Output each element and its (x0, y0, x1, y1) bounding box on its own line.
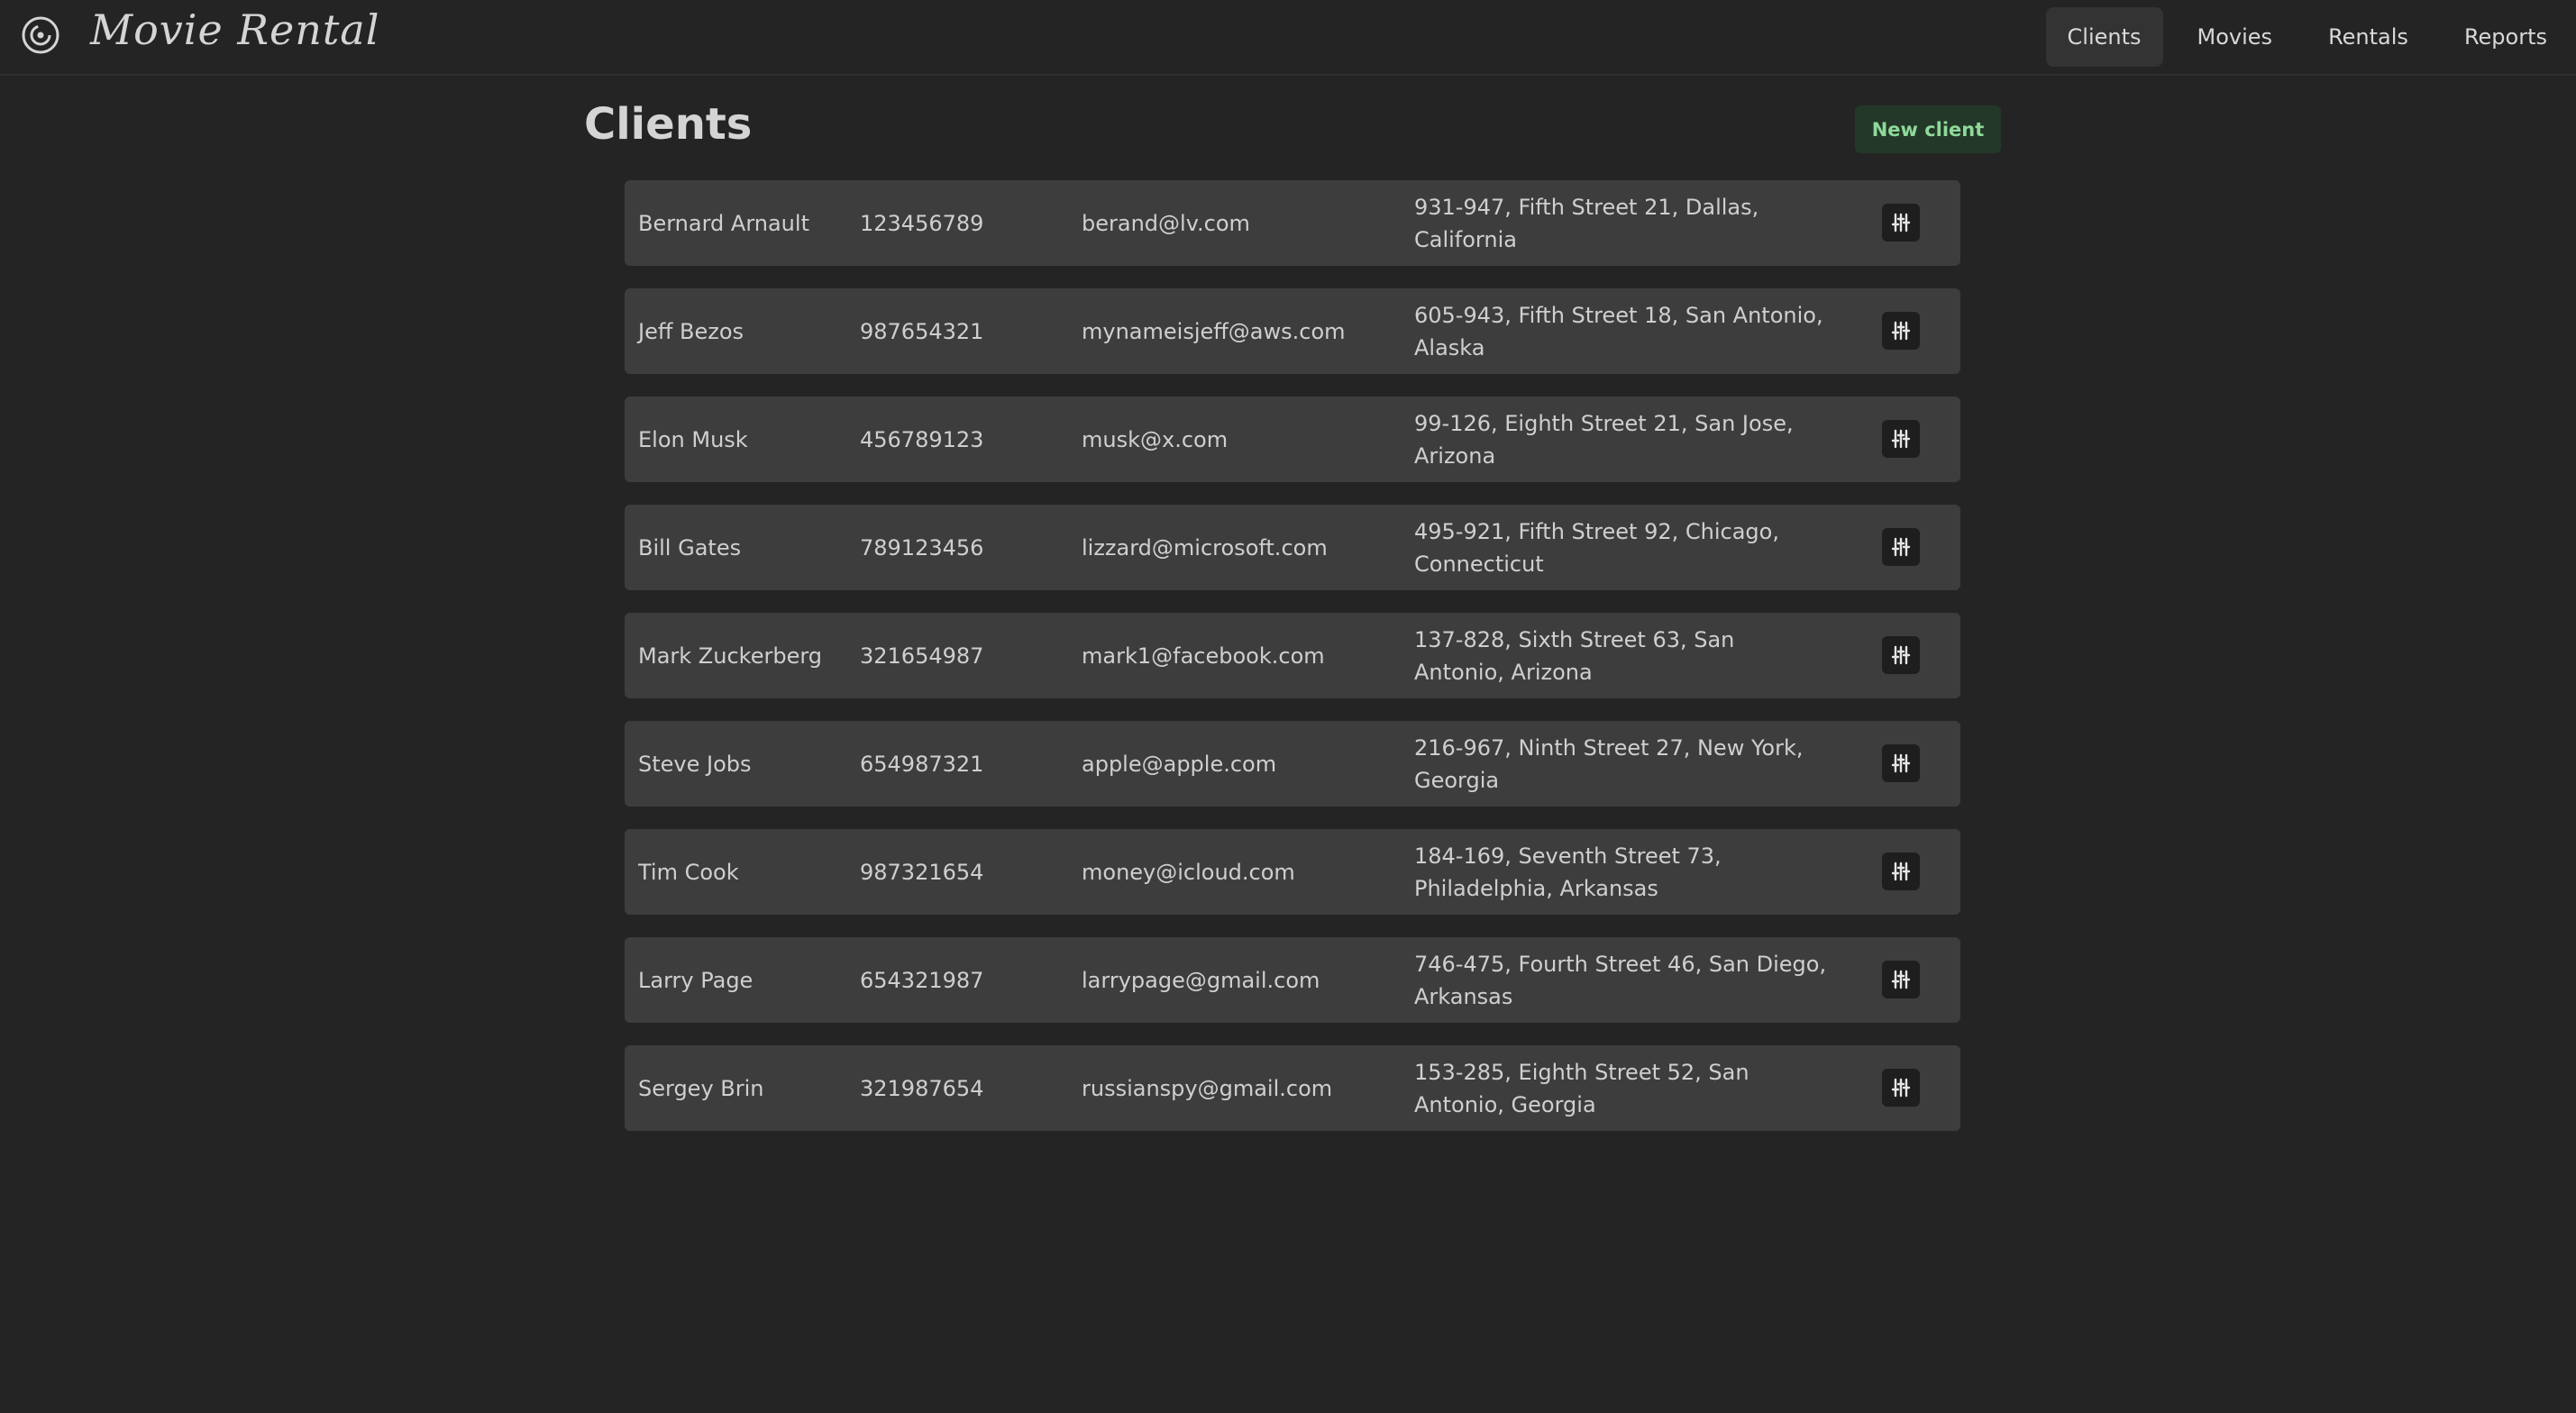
edit-client-button[interactable] (1882, 1069, 1920, 1107)
client-phone: 321987654 (860, 1075, 984, 1101)
client-address: 495-921, Fifth Street 92, Chicago, Conne… (1414, 518, 1779, 577)
client-email: mark1@facebook.com (1082, 643, 1325, 669)
client-name: Steve Jobs (638, 751, 752, 777)
sliders-icon (1891, 753, 1911, 773)
edit-client-button[interactable] (1882, 312, 1920, 350)
edit-client-button[interactable] (1882, 420, 1920, 458)
client-row: Larry Page 654321987 larrypage@gmail.com… (625, 937, 1960, 1023)
client-email: larrypage@gmail.com (1082, 967, 1320, 993)
sliders-icon (1891, 1078, 1911, 1098)
client-phone: 123456789 (860, 210, 984, 236)
client-email: russianspy@gmail.com (1082, 1075, 1333, 1101)
sliders-icon (1891, 213, 1911, 232)
client-email: mynameisjeff@aws.com (1082, 318, 1346, 344)
client-list: Bernard Arnault 123456789 berand@lv.com … (625, 180, 1960, 1153)
client-address: 137-828, Sixth Street 63, San Antonio, A… (1414, 626, 1735, 685)
nav-item-rentals[interactable]: Rentals (2307, 7, 2430, 67)
client-address: 605-943, Fifth Street 18, San Antonio, A… (1414, 302, 1823, 360)
nav-item-clients[interactable]: Clients (2045, 7, 2163, 67)
client-phone: 654987321 (860, 751, 984, 777)
client-name: Mark Zuckerberg (638, 643, 823, 669)
client-name: Jeff Bezos (638, 318, 744, 344)
client-phone: 456789123 (860, 426, 984, 452)
client-name: Bernard Arnault (638, 210, 809, 236)
client-name: Elon Musk (638, 426, 748, 452)
new-client-button[interactable]: New client (1855, 105, 2001, 153)
client-address: 184-169, Seventh Street 73, Philadelphia… (1414, 843, 1722, 901)
client-email: berand@lv.com (1082, 210, 1250, 236)
film-reel-icon[interactable] (20, 14, 61, 56)
client-row: Bernard Arnault 123456789 berand@lv.com … (625, 180, 1960, 266)
main-nav: Clients Movies Rentals Reports (2045, 7, 2576, 67)
top-navbar: Movie Rental Clients Movies Rentals Repo… (0, 0, 2576, 76)
client-phone: 654321987 (860, 967, 984, 993)
client-row: Mark Zuckerberg 321654987 mark1@facebook… (625, 613, 1960, 698)
client-email: apple@apple.com (1082, 751, 1277, 777)
client-email: money@icloud.com (1082, 859, 1295, 885)
sliders-icon (1891, 537, 1911, 557)
edit-client-button[interactable] (1882, 636, 1920, 674)
client-name: Sergey Brin (638, 1075, 764, 1101)
sliders-icon (1891, 645, 1911, 665)
client-row: Bill Gates 789123456 lizzard@microsoft.c… (625, 505, 1960, 590)
edit-client-button[interactable] (1882, 204, 1920, 242)
sliders-icon (1891, 970, 1911, 989)
client-address: 216-967, Ninth Street 27, New York, Geor… (1414, 734, 1804, 793)
client-address: 153-285, Eighth Street 52, San Antonio, … (1414, 1059, 1749, 1117)
page-title: Clients (584, 99, 753, 150)
edit-client-button[interactable] (1882, 528, 1920, 566)
client-name: Bill Gates (638, 534, 742, 561)
edit-client-button[interactable] (1882, 961, 1920, 998)
client-phone: 321654987 (860, 643, 984, 669)
sliders-icon (1891, 861, 1911, 881)
edit-client-button[interactable] (1882, 744, 1920, 782)
client-row: Tim Cook 987321654 money@icloud.com 184-… (625, 829, 1960, 915)
client-address: 99-126, Eighth Street 21, San Jose, Ariz… (1414, 410, 1794, 469)
nav-item-reports[interactable]: Reports (2443, 7, 2569, 67)
client-row: Sergey Brin 321987654 russianspy@gmail.c… (625, 1045, 1960, 1131)
client-email: lizzard@microsoft.com (1082, 534, 1328, 561)
client-row: Steve Jobs 654987321 apple@apple.com 216… (625, 721, 1960, 807)
app-title[interactable]: Movie Rental (90, 5, 379, 54)
nav-item-movies[interactable]: Movies (2176, 7, 2295, 67)
client-address: 931-947, Fifth Street 21, Dallas, Califo… (1414, 194, 1759, 252)
client-phone: 987321654 (860, 859, 984, 885)
sliders-icon (1891, 429, 1911, 449)
client-phone: 987654321 (860, 318, 984, 344)
client-name: Larry Page (638, 967, 754, 993)
client-address: 746-475, Fourth Street 46, San Diego, Ar… (1414, 951, 1827, 1009)
client-row: Jeff Bezos 987654321 mynameisjeff@aws.co… (625, 288, 1960, 374)
client-email: musk@x.com (1082, 426, 1229, 452)
client-phone: 789123456 (860, 534, 984, 561)
sliders-icon (1891, 321, 1911, 341)
edit-client-button[interactable] (1882, 852, 1920, 890)
client-name: Tim Cook (638, 859, 739, 885)
client-row: Elon Musk 456789123 musk@x.com 99-126, E… (625, 397, 1960, 482)
